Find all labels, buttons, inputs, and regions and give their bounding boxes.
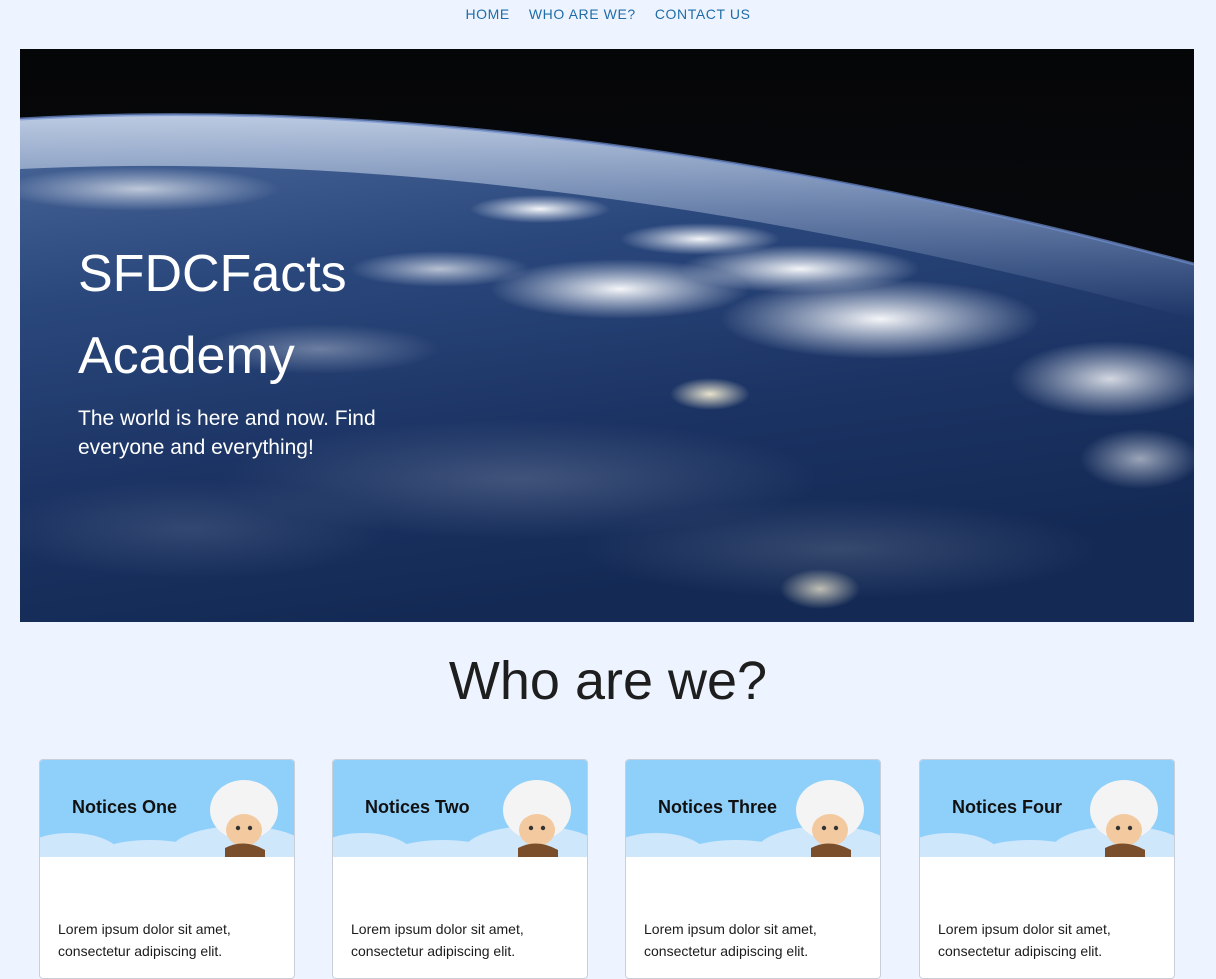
nav-who-are-we-link[interactable]: WHO ARE WE?: [529, 6, 636, 22]
section-title: Who are we?: [448, 651, 768, 711]
card-body: Lorem ipsum dolor sit amet, consectetur …: [58, 921, 231, 959]
top-nav: HOME WHO ARE WE? CONTACT US: [0, 0, 1216, 28]
nav-contact-us-link[interactable]: CONTACT US: [655, 6, 751, 22]
card-body: Lorem ipsum dolor sit amet, consectetur …: [938, 921, 1111, 959]
card-body: Lorem ipsum dolor sit amet, consectetur …: [644, 921, 817, 959]
hero-subtitle: The world is here and now. Find everyone…: [78, 407, 376, 459]
card-header: Notices Three: [626, 760, 880, 857]
card-title: Notices Four: [952, 797, 1063, 817]
notice-card[interactable]: Notices Two Lorem ipsum dolor sit amet, …: [332, 759, 588, 979]
card-header: Notices One: [40, 760, 294, 857]
hero-title: SFDCFacts Academy: [78, 245, 347, 385]
notice-card[interactable]: Notices Four Lorem ipsum dolor sit amet,…: [919, 759, 1175, 979]
card-title: Notices Three: [658, 797, 778, 817]
card-title: Notices Two: [365, 797, 470, 817]
card-body: Lorem ipsum dolor sit amet, consectetur …: [351, 921, 524, 959]
nav-home-link[interactable]: HOME: [465, 6, 509, 22]
notice-card[interactable]: Notices One Lorem ipsum dolor sit amet, …: [39, 759, 295, 979]
hero-banner: SFDCFacts Academy The world is here and …: [20, 49, 1194, 622]
notice-card[interactable]: Notices Three Lorem ipsum dolor sit amet…: [625, 759, 881, 979]
card-header: Notices Two: [333, 760, 587, 857]
card-header: Notices Four: [920, 760, 1174, 857]
card-title: Notices One: [72, 797, 178, 817]
